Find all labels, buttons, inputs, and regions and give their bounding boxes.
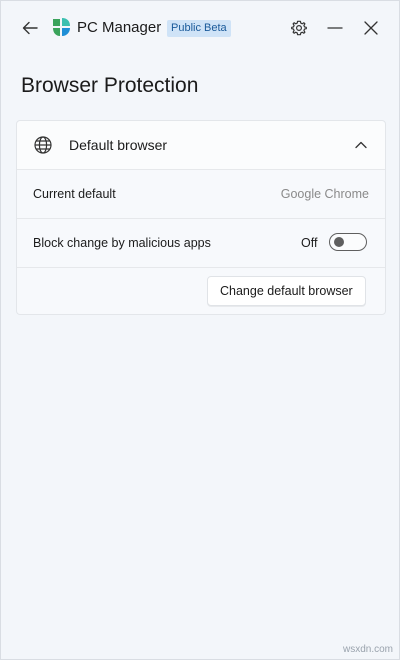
settings-button[interactable] bbox=[286, 15, 312, 41]
block-change-label: Block change by malicious apps bbox=[33, 236, 211, 250]
toggle-state-label: Off bbox=[301, 236, 318, 250]
default-browser-card: Default browser Current default Google C… bbox=[16, 120, 386, 315]
change-default-browser-button[interactable]: Change default browser bbox=[207, 276, 366, 306]
public-beta-badge: Public Beta bbox=[167, 20, 231, 37]
block-change-row: Block change by malicious apps Off bbox=[17, 219, 385, 268]
pc-manager-logo-icon bbox=[53, 18, 70, 36]
chevron-up-icon[interactable] bbox=[353, 137, 369, 153]
block-change-toggle[interactable] bbox=[329, 233, 367, 251]
current-default-value: Google Chrome bbox=[280, 187, 369, 201]
current-default-label: Current default bbox=[33, 187, 116, 201]
minimize-icon bbox=[327, 27, 343, 29]
app-title: PC Manager bbox=[77, 19, 162, 36]
app-window: PC Manager Public Beta Browser Protectio… bbox=[0, 0, 400, 660]
default-browser-label: Default browser bbox=[69, 137, 168, 153]
close-button[interactable] bbox=[358, 15, 384, 41]
toggle-knob bbox=[334, 237, 344, 247]
page-title: Browser Protection bbox=[21, 74, 199, 97]
gear-icon bbox=[291, 20, 307, 36]
default-browser-header[interactable]: Default browser bbox=[17, 121, 385, 170]
globe-icon bbox=[34, 136, 52, 154]
minimize-button[interactable] bbox=[322, 15, 348, 41]
action-row: Change default browser bbox=[17, 268, 385, 314]
title-bar: PC Manager Public Beta bbox=[1, 1, 399, 55]
watermark: wsxdn.com bbox=[342, 644, 393, 655]
back-button[interactable] bbox=[17, 15, 43, 41]
current-default-row: Current default Google Chrome bbox=[17, 170, 385, 219]
arrow-left-icon bbox=[22, 21, 38, 35]
close-icon bbox=[364, 21, 378, 35]
